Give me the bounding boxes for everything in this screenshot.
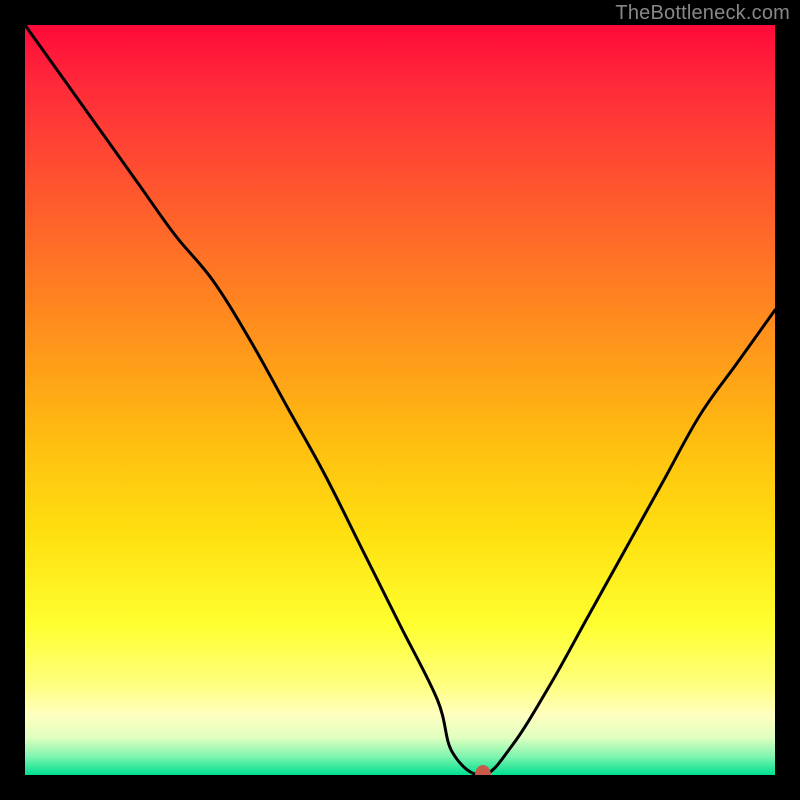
outer-frame: TheBottleneck.com xyxy=(0,0,800,800)
plot-area xyxy=(25,25,775,775)
bottleneck-curve xyxy=(25,25,775,775)
curve-svg xyxy=(25,25,775,775)
watermark-text: TheBottleneck.com xyxy=(615,2,790,25)
